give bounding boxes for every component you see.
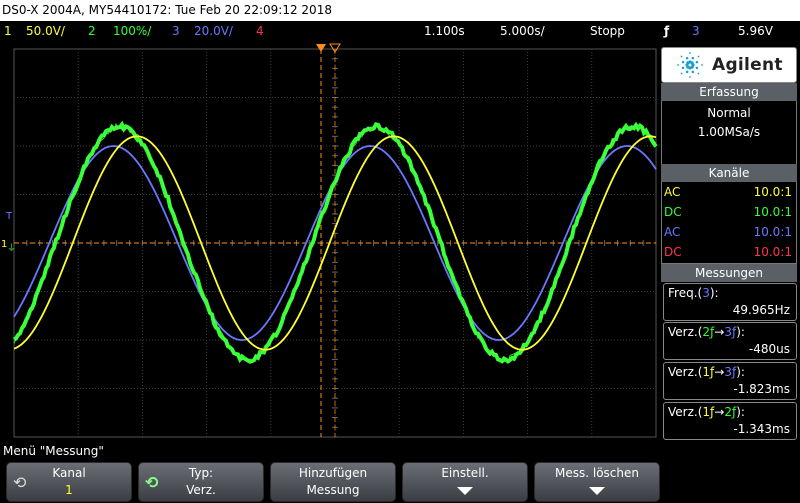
channel-2-coupling: DC <box>664 205 682 219</box>
softkey-settings[interactable]: Einstell. <box>402 462 528 502</box>
channels-header[interactable]: Kanäle <box>661 164 797 182</box>
softkey-add-label: Hinzufügen <box>271 466 395 480</box>
brand-name: Agilent <box>712 55 783 75</box>
measurement-source: 1 <box>702 405 710 419</box>
softkey-add-measurement[interactable]: Hinzufügen Messung <box>270 462 396 502</box>
measurement-label: Verz.(1ƒ→3ƒ): <box>668 365 745 379</box>
trigger-level[interactable]: 5.96V <box>738 24 773 38</box>
softkey-type[interactable]: ⟲ Typ: Verz. <box>138 462 264 502</box>
measurement-1[interactable]: Freq.(3): 49.965Hz <box>663 283 797 321</box>
softkey-channel[interactable]: ⟲ Kanal 1 <box>6 462 132 502</box>
trigger-level-marker: T <box>5 211 13 222</box>
softkey-clear-label: Mess. löschen <box>535 466 659 480</box>
measurement-value: 49.965Hz <box>733 303 790 317</box>
channel-4-coupling: DC <box>664 245 682 259</box>
measurement-source: 3 <box>724 325 732 339</box>
waveform-display[interactable]: T1 ⏚ <box>0 43 660 441</box>
menu-title: Menü "Messung" <box>3 444 104 458</box>
measurement-source: 2 <box>724 405 732 419</box>
agilent-logo: Agilent <box>661 47 797 83</box>
channel-3-probe-ratio: 10.0:1 <box>754 225 792 239</box>
measurement-value: -1.823ms <box>733 382 790 396</box>
measurement-2[interactable]: Verz.(2ƒ→3ƒ): -480us <box>663 322 797 360</box>
channel-1-probe-ratio: 10.0:1 <box>754 185 792 199</box>
measurement-label: Verz.(1ƒ→2ƒ): <box>668 405 745 419</box>
ch2-scale[interactable]: 100%/ <box>113 24 151 38</box>
spark-icon <box>670 48 710 82</box>
measurement-source: 1 <box>702 365 710 379</box>
delay-readout[interactable]: 1.100s <box>424 24 465 38</box>
submenu-arrow-icon <box>457 487 473 495</box>
measurement-source: 3 <box>702 286 710 300</box>
channel-1-coupling: AC <box>664 185 680 199</box>
ch3-scale[interactable]: 20.0V/ <box>194 24 233 38</box>
acquisition-rate: 1.00MSa/s <box>661 125 797 139</box>
measurement-value: -1.343ms <box>733 422 790 436</box>
softkey-channel-label: Kanal <box>7 466 131 480</box>
window-title: DS0-X 2004A, MY54410172: Tue Feb 20 22:0… <box>0 0 800 21</box>
status-bar: 1 50.0V/ 2 100%/ 3 20.0V/ 4 1.100s 5.000… <box>0 21 800 43</box>
run-state: Stopp <box>590 24 625 38</box>
measurement-label: Freq.(3): <box>668 286 719 300</box>
submenu-arrow-icon <box>589 487 605 495</box>
acquisition-header[interactable]: Erfassung <box>661 83 797 101</box>
softkey-channel-value: 1 <box>7 483 131 497</box>
measurement-source: 2 <box>702 325 710 339</box>
channel-3-coupling: AC <box>664 225 680 239</box>
ch1-scale[interactable]: 50.0V/ <box>26 24 65 38</box>
softkey-clear-measurements[interactable]: Mess. löschen <box>534 462 660 502</box>
side-panel: Agilent Erfassung Normal 1.00MSa/s Kanäl… <box>661 43 800 441</box>
measurement-source: 3 <box>724 365 732 379</box>
trigger-edge-icon: ƒ <box>664 24 669 38</box>
channel-4-probe-ratio: 10.0:1 <box>754 245 792 259</box>
softkey-type-value: Verz. <box>139 483 263 497</box>
softkey-type-label: Typ: <box>139 466 263 480</box>
acquisition-mode: Normal <box>661 106 797 120</box>
measurement-value: -480us <box>749 342 790 356</box>
measurements-header[interactable]: Messungen <box>661 264 797 282</box>
ch4-number[interactable]: 4 <box>256 24 264 38</box>
ground-icon: ⏚ <box>7 243 16 254</box>
measurement-3[interactable]: Verz.(1ƒ→3ƒ): -1.823ms <box>663 362 797 400</box>
channel-2-probe-ratio: 10.0:1 <box>754 205 792 219</box>
measurement-4[interactable]: Verz.(1ƒ→2ƒ): -1.343ms <box>663 402 797 440</box>
softkey-settings-label: Einstell. <box>403 466 527 480</box>
measurement-label: Verz.(2ƒ→3ƒ): <box>668 325 745 339</box>
ch2-number[interactable]: 2 <box>88 24 96 38</box>
cursor-markers: T1 ⏚ <box>1 44 656 437</box>
softkey-add-value: Messung <box>271 483 395 497</box>
trigger-source[interactable]: 3 <box>692 24 700 38</box>
ch1-number[interactable]: 1 <box>4 24 12 38</box>
timebase-readout[interactable]: 5.000s/ <box>500 24 545 38</box>
ch3-number[interactable]: 3 <box>172 24 180 38</box>
